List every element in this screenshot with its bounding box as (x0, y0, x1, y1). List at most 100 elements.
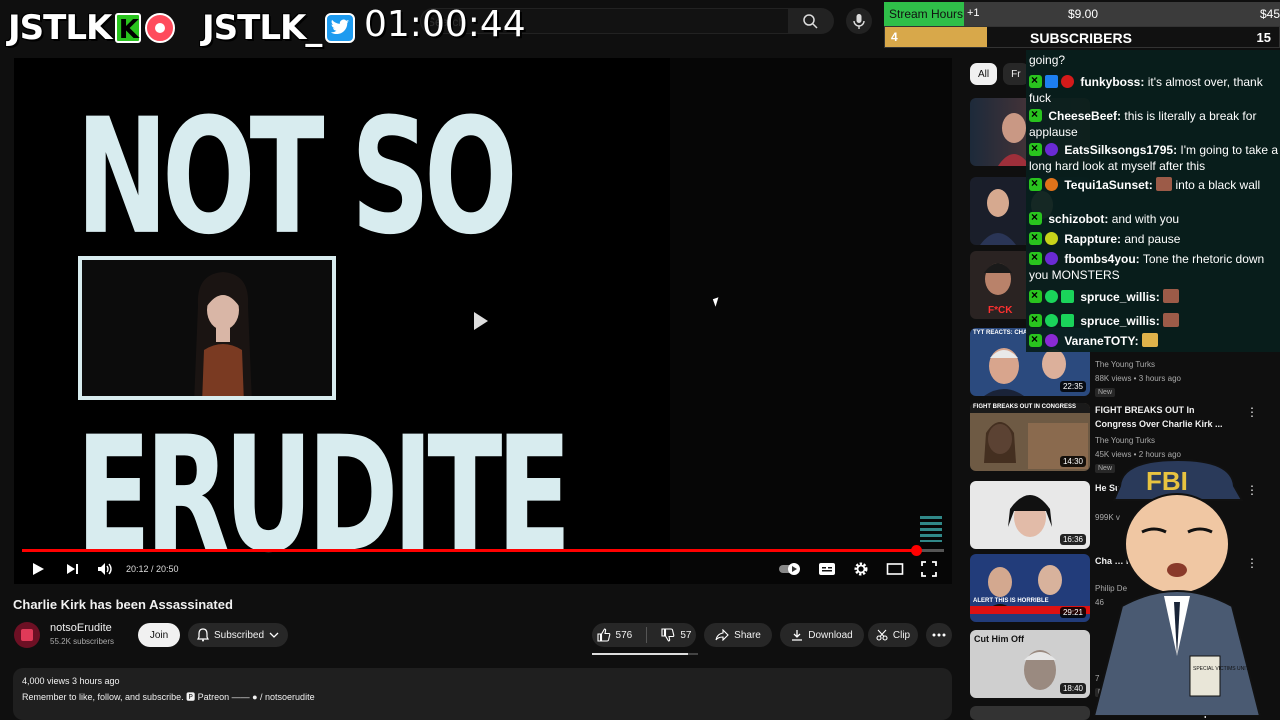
clip-button[interactable]: Clip (868, 623, 918, 647)
autoplay-toggle[interactable] (778, 558, 804, 580)
theater-mode-button[interactable] (886, 558, 904, 580)
thumbs-up-icon (596, 628, 610, 642)
chat-message: going? (1029, 52, 1279, 68)
recommendation-thumbnail[interactable]: Cut Him Off 18:40 (970, 630, 1090, 698)
kick-badge-icon (1029, 209, 1042, 225)
thumbnail-caption: FIGHT BREAKS OUT IN CONGRESS (973, 404, 1077, 410)
chip-all[interactable]: All (970, 63, 998, 85)
theater-icon (886, 563, 904, 575)
like-divider (646, 627, 648, 643)
dislike-button[interactable]: 57 (661, 628, 691, 642)
filter-chips: All Fr (970, 63, 1029, 85)
gear-icon (854, 562, 868, 576)
emote-icon (1141, 333, 1158, 347)
more-vertical-icon[interactable]: ⋮ (1246, 405, 1258, 419)
captions-icon (819, 563, 835, 575)
captions-button[interactable] (818, 558, 836, 580)
logo-text: JSTLK (8, 8, 112, 48)
play-button[interactable] (30, 558, 46, 580)
video-duration: 22:35 (1059, 381, 1086, 392)
emote-icon (1156, 177, 1173, 191)
channel-avatar[interactable] (14, 622, 40, 648)
chat-username: spruce_willis: (1080, 314, 1160, 328)
like-button[interactable]: 576 (596, 628, 632, 642)
recommendation-thumbnail[interactable] (970, 706, 1090, 720)
share-label: Share (734, 629, 761, 641)
gift-badge-icon (1061, 314, 1074, 327)
video-frame: NOT SO ERUDITE (14, 58, 670, 584)
volume-icon (98, 563, 112, 575)
video-text-top: NOT SO (76, 84, 518, 270)
kick-badge-icon (1029, 106, 1042, 122)
download-button[interactable]: Download (780, 623, 864, 647)
next-button[interactable] (64, 558, 80, 580)
video-duration: 14:30 (1059, 456, 1086, 467)
chat-text: into a black wall (1175, 178, 1261, 192)
download-label: Download (808, 629, 853, 641)
recommendation-thumbnail[interactable]: ALERT THIS IS HORRIBLE 29:21 (970, 554, 1090, 622)
progress-bar[interactable] (22, 545, 944, 556)
stream-timer: 01:00:44 (364, 4, 526, 45)
chat-message: Tequi1aSunset: into a black wall (1029, 175, 1279, 193)
video-player[interactable]: NOT SO ERUDITE 20:12 / 20:50 (14, 58, 952, 584)
like-ratio-fill (592, 653, 689, 655)
settings-button[interactable] (852, 558, 870, 580)
join-button[interactable]: Join (138, 623, 180, 647)
green-badge-icon (1045, 290, 1058, 303)
video-duration: 18:40 (1059, 683, 1086, 694)
thumbnail-caption: Cut Him Off (974, 634, 1024, 644)
channel-subscriber-count: 55.2K subscribers (50, 637, 115, 646)
recommendation-title[interactable]: FIGHT BREAKS OUT In Congress Over Charli… (1095, 403, 1235, 431)
description-box[interactable]: 4,000 views 3 hours ago Remember to like… (13, 668, 952, 720)
more-actions-button[interactable] (926, 623, 952, 647)
subscribed-label: Subscribed (213, 629, 265, 641)
video-title: Charlie Kirk has been Assassinated (13, 597, 233, 612)
chat-message: EatsSilksongs1795: I'm going to take a l… (1029, 140, 1279, 174)
chip-from[interactable]: Fr (1003, 63, 1029, 85)
record-icon (145, 13, 176, 43)
progress-bar-fill (22, 549, 917, 552)
fullscreen-icon (921, 561, 937, 577)
subscribers-bar: 4 SUBSCRIBERS 15 (884, 26, 1280, 48)
recommendation-channel: The Young Turks (1095, 360, 1156, 369)
chat-message: CheeseBeef: this is literally a break fo… (1029, 106, 1279, 140)
subscribed-button[interactable]: Subscribed (188, 623, 288, 647)
recommendation-thumbnail[interactable]: 16:36 (970, 481, 1090, 549)
recommendation-views: 88K views • 3 hours ago (1095, 374, 1181, 383)
center-play-icon[interactable] (474, 312, 488, 330)
chat-message: Rappture: and pause (1029, 229, 1279, 247)
kick-badge-icon (1029, 287, 1042, 303)
yellow-badge-icon (1045, 232, 1058, 245)
orange-badge-icon (1045, 178, 1058, 191)
progress-scrubber[interactable] (911, 545, 923, 556)
chat-username: VaraneTOTY: (1064, 334, 1139, 348)
hat-text: FBI (1146, 466, 1188, 496)
video-duration: 29:21 (1059, 607, 1086, 618)
kick-badge-icon (1029, 311, 1042, 327)
chevron-down-icon (269, 632, 279, 638)
bell-icon (197, 628, 209, 642)
search-button[interactable] (788, 8, 834, 34)
stream-hours-bar: Stream Hours +1 $9.00 $45 (884, 2, 1280, 26)
gift-badge-icon (1061, 290, 1074, 303)
views-and-date: 4,000 views 3 hours ago (22, 676, 120, 686)
badge-text: SPECIAL VICTIMS UNIT (1193, 666, 1249, 672)
chat-username: CheeseBeef: (1048, 109, 1122, 123)
channel-name[interactable]: notsoErudite (50, 622, 112, 634)
stream-hours-increment: +1 (967, 7, 980, 19)
recommendation-thumbnail[interactable]: FIGHT BREAKS OUT IN CONGRESS 14:30 (970, 403, 1090, 471)
chat-username: spruce_willis: (1080, 290, 1160, 304)
share-button[interactable]: Share (704, 623, 772, 647)
chat-message: VaraneTOTY: (1029, 331, 1279, 349)
chat-username: fbombs4you: (1064, 252, 1140, 266)
pin-badge-icon (1045, 75, 1058, 88)
mouse-cursor-icon (712, 297, 722, 307)
kick-badge-icon (1029, 331, 1042, 347)
video-text-bottom: ERUDITE (76, 402, 572, 584)
voice-search-button[interactable] (846, 8, 872, 34)
more-horizontal-icon (932, 633, 946, 637)
chat-username: Tequi1aSunset: (1064, 178, 1153, 192)
fullscreen-button[interactable] (920, 558, 938, 580)
volume-button[interactable] (96, 558, 114, 580)
chat-message: schizobot: and with you (1029, 209, 1279, 227)
